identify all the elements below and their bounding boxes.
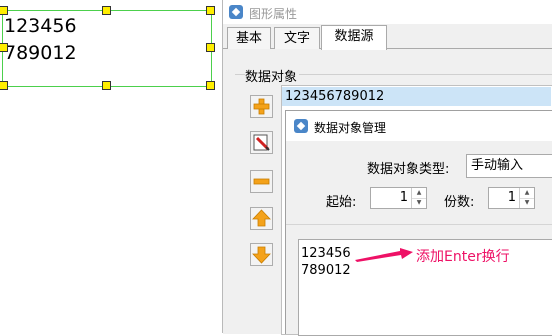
text-area-line-1: 123456 [301, 246, 351, 261]
data-object-type-select[interactable]: 手动输入 [466, 154, 552, 178]
tab-data-source[interactable]: 数据源 [321, 25, 387, 50]
dialog-title: 数据对象管理 [314, 121, 387, 135]
add-icon [253, 98, 270, 115]
move-up-icon [252, 209, 271, 227]
tab-basic[interactable]: 基本 [227, 27, 271, 49]
start-label: 起始: [326, 195, 357, 210]
resize-handle-top-left[interactable] [0, 6, 8, 15]
app-icon [294, 119, 308, 133]
resize-handle-right[interactable] [206, 43, 215, 52]
start-value: 1 [399, 190, 408, 205]
app-icon [229, 5, 243, 19]
list-item[interactable]: 123456789012 [282, 87, 551, 106]
canvas-text: 123456 789012 [4, 13, 77, 67]
spin-down-icon[interactable]: ▼ [412, 198, 426, 208]
canvas-text-line-2: 789012 [4, 42, 77, 64]
start-spinner[interactable]: 1 ▲ ▼ [370, 187, 427, 209]
start-spinner-buttons[interactable]: ▲ ▼ [411, 188, 426, 208]
copies-spinner-buttons[interactable]: ▲ ▼ [519, 188, 534, 208]
move-down-icon [252, 246, 271, 264]
move-down-button[interactable] [250, 243, 273, 266]
copies-label: 份数: [444, 195, 475, 210]
remove-icon [253, 178, 270, 185]
resize-handle-top[interactable] [102, 6, 111, 15]
text-area-line-2: 789012 [301, 263, 351, 278]
spin-down-icon[interactable]: ▼ [520, 198, 534, 208]
data-object-type-label: 数据对象类型: [367, 162, 450, 177]
resize-handle-bottom-left[interactable] [0, 81, 8, 90]
resize-handle-top-right[interactable] [206, 6, 215, 15]
dialog-titlebar[interactable]: 图形属性 [223, 0, 552, 24]
copies-spinner[interactable]: 1 ▲ ▼ [488, 187, 535, 209]
resize-handle-bottom-right[interactable] [206, 81, 215, 90]
resize-handle-bottom[interactable] [102, 81, 111, 90]
dialog-title: 图形属性 [249, 7, 298, 21]
data-object-management-dialog: 数据对象管理 数据对象类型: 手动输入 起始: 1 ▲ ▼ 份数: 1 ▲ ▼ … [285, 110, 552, 336]
edit-icon [253, 134, 270, 151]
resize-handle-left[interactable] [0, 43, 8, 52]
section-divider [286, 224, 552, 225]
canvas-text-line-1: 123456 [4, 15, 77, 37]
dialog-titlebar[interactable]: 数据对象管理 [286, 111, 552, 141]
design-canvas[interactable]: 123456 789012 [0, 0, 222, 333]
add-data-button[interactable] [250, 95, 273, 118]
annotation-text: 添加Enter换行 [416, 249, 510, 265]
remove-data-button[interactable] [250, 170, 273, 193]
edit-data-button[interactable] [250, 131, 273, 154]
tab-text[interactable]: 文字 [274, 27, 320, 49]
copies-value: 1 [507, 190, 516, 205]
data-object-group-label: 数据对象 [245, 66, 300, 85]
annotation-arrow [355, 248, 413, 262]
move-up-button[interactable] [250, 207, 273, 230]
